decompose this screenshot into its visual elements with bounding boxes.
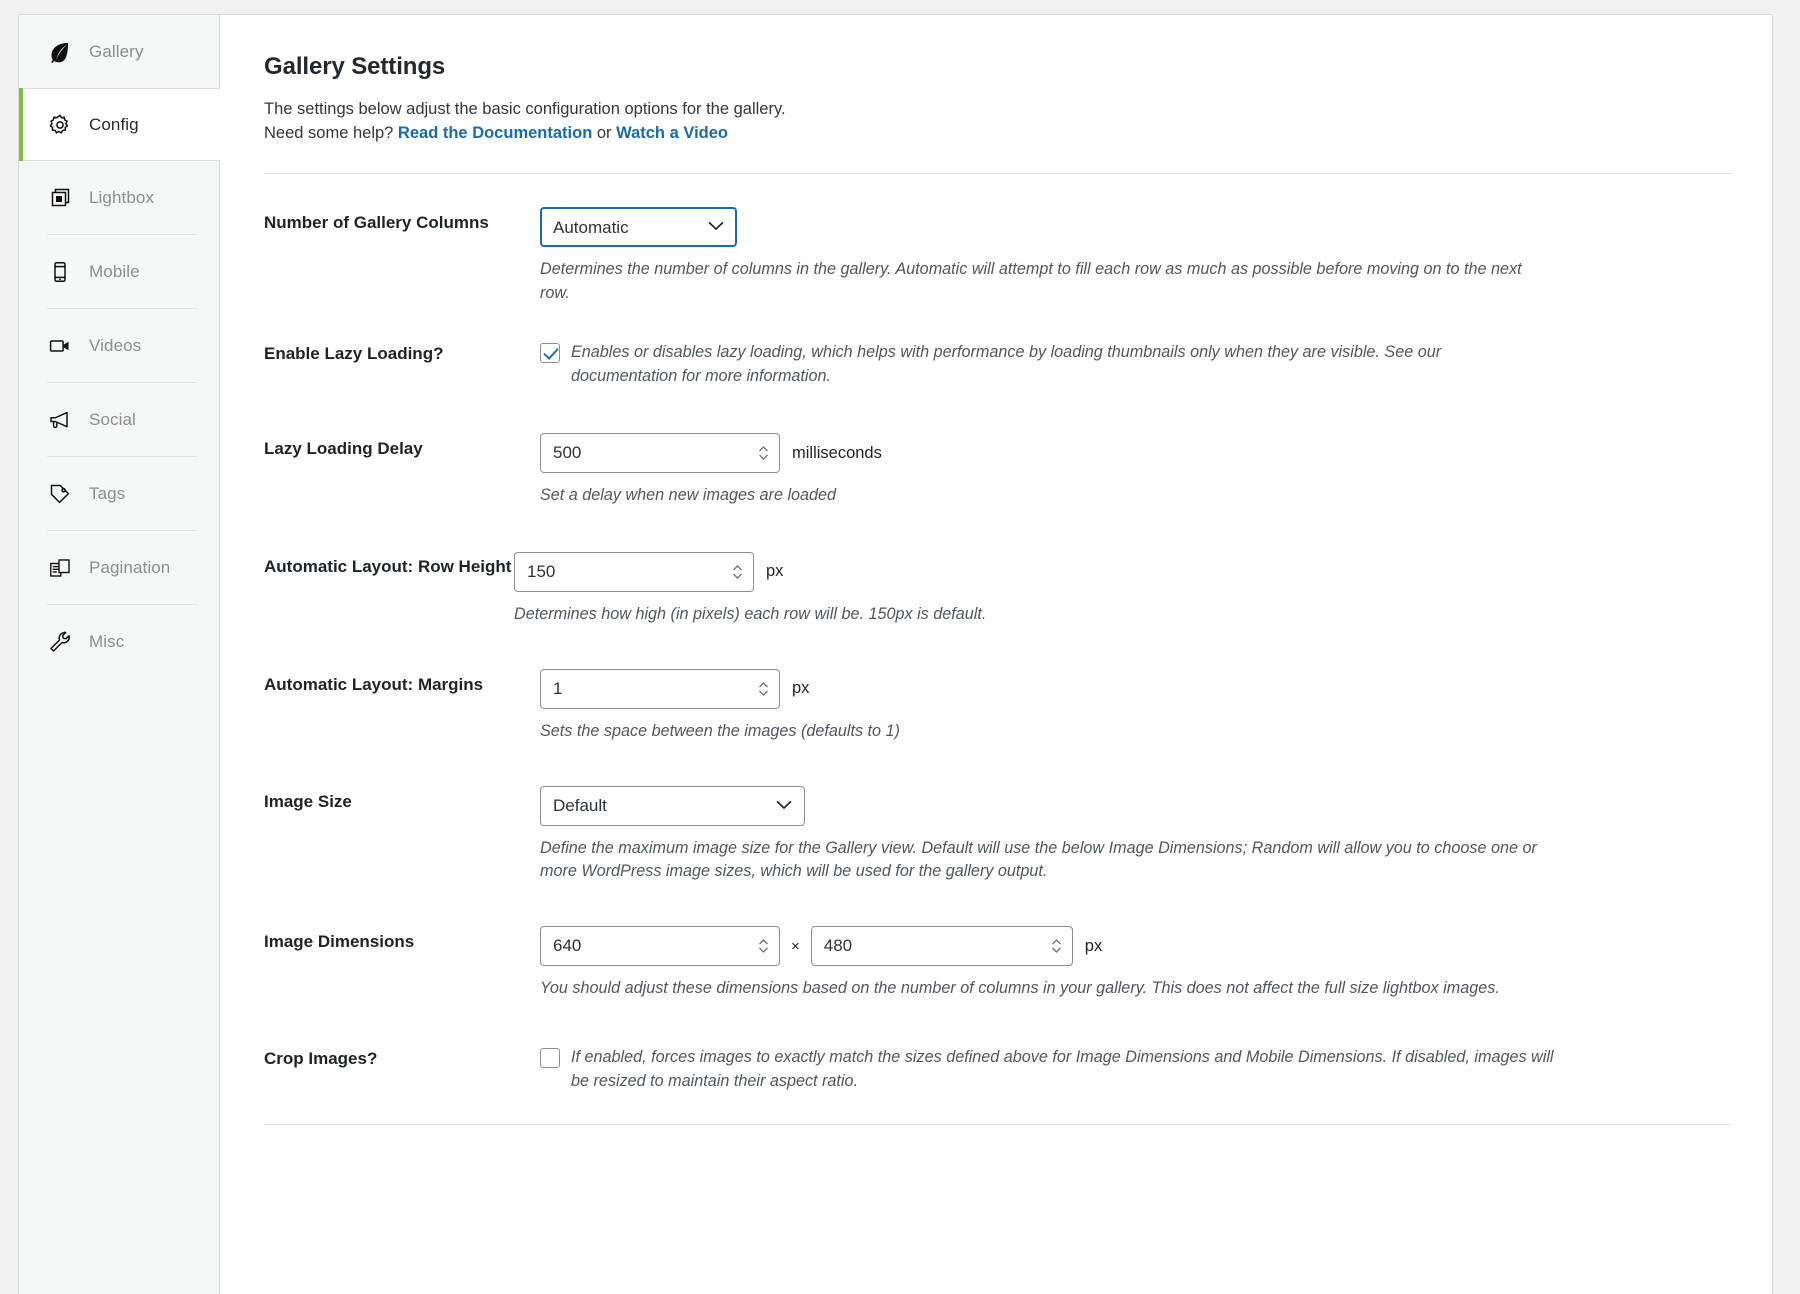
sidebar-item-label: Pagination (89, 557, 171, 577)
sidebar-item-pagination[interactable]: Pagination (19, 531, 219, 604)
settings-panel: Gallery Config Lightbox Mobile Videos So… (18, 14, 1773, 1294)
page-description-line1: The settings below adjust the basic conf… (264, 100, 786, 118)
sidebar-item-gallery[interactable]: Gallery (19, 15, 219, 88)
bottom-divider (264, 1123, 1732, 1125)
columns-label: Number of Gallery Columns (264, 212, 489, 232)
lazy-delay-unit: milliseconds (792, 443, 882, 462)
mobile-icon (47, 259, 73, 285)
image-width-input-wrap (540, 926, 780, 967)
sidebar-item-label: Misc (89, 631, 125, 651)
image-dimensions-label: Image Dimensions (264, 932, 415, 952)
sidebar-item-label: Social (89, 409, 136, 429)
columns-help: Determines the number of columns in the … (540, 259, 1522, 302)
columns-select[interactable]: Automatic (540, 206, 737, 247)
setting-row-lazy-delay: Lazy Loading Delay millis (264, 389, 1732, 508)
page-description: The settings below adjust the basic conf… (264, 97, 1732, 146)
megaphone-icon (47, 407, 73, 433)
sidebar-item-label: Videos (89, 335, 142, 355)
sidebar-item-tags[interactable]: Tags (19, 457, 219, 530)
sidebar-item-label: Mobile (89, 261, 140, 281)
help-or: or (592, 124, 617, 143)
margins-unit: px (792, 679, 810, 698)
margins-input-wrap (540, 668, 780, 709)
row-height-unit: px (766, 562, 784, 581)
gear-icon (47, 112, 73, 138)
lazy-loading-label: Enable Lazy Loading? (264, 344, 444, 364)
sidebar-item-label: Tags (89, 483, 126, 503)
margins-input[interactable] (540, 668, 780, 709)
image-height-input-wrap (810, 926, 1073, 967)
lazy-delay-input[interactable] (540, 433, 780, 474)
crop-images-help: If enabled, forces images to exactly mat… (571, 1047, 1554, 1090)
sidebar-item-label: Gallery (89, 41, 144, 61)
margins-help: Sets the space between the images (defau… (540, 721, 900, 740)
settings-sidebar: Gallery Config Lightbox Mobile Videos So… (19, 15, 220, 1294)
row-height-help: Determines how high (in pixels) each row… (514, 604, 987, 623)
image-dimensions-help: You should adjust these dimensions based… (540, 979, 1500, 998)
lazy-delay-label: Lazy Loading Delay (264, 439, 423, 459)
row-height-input-wrap (514, 551, 754, 592)
lazy-delay-help: Set a delay when new images are loaded (540, 486, 837, 505)
row-height-label: Automatic Layout: Row Height (264, 556, 512, 576)
sidebar-item-label: Lightbox (89, 187, 155, 207)
sidebar-item-lightbox[interactable]: Lightbox (19, 161, 219, 234)
row-height-input[interactable] (514, 551, 754, 592)
margins-label: Automatic Layout: Margins (264, 674, 484, 694)
image-size-label: Image Size (264, 791, 352, 811)
sidebar-item-misc[interactable]: Misc (19, 605, 219, 678)
settings-content: Gallery Settings The settings below adju… (220, 15, 1772, 1294)
crop-images-checkbox[interactable] (540, 1047, 560, 1068)
lazy-loading-help: Enables or disables lazy loading, which … (571, 343, 1442, 386)
image-size-select[interactable]: Default (540, 785, 805, 826)
sidebar-item-config[interactable]: Config (19, 88, 220, 161)
read-documentation-link[interactable]: Read the Documentation (398, 124, 592, 142)
setting-row-image-size: Image Size Default Define the maximum im… (264, 744, 1732, 885)
sidebar-item-social[interactable]: Social (19, 383, 219, 456)
lazy-delay-input-wrap (540, 433, 780, 474)
setting-row-margins: Automatic Layout: Margins 1 px Sets the … (264, 627, 1732, 744)
sidebar-item-mobile[interactable]: Mobile (19, 235, 219, 308)
video-icon (47, 333, 73, 359)
image-height-input[interactable] (810, 926, 1073, 967)
lazy-loading-checkbox[interactable] (540, 343, 560, 364)
setting-row-image-dimensions: Image Dimensions × (264, 884, 1732, 1001)
image-width-input[interactable] (540, 926, 780, 967)
watch-video-link[interactable]: Watch a Video (616, 124, 728, 142)
layers-icon (47, 185, 73, 211)
image-size-help: Define the maximum image size for the Ga… (540, 838, 1537, 881)
crop-images-label: Crop Images? (264, 1048, 378, 1068)
setting-row-row-height: Automatic Layout: Row Height 150 px Dete… (264, 508, 1732, 627)
tag-icon (47, 481, 73, 507)
sidebar-item-label: Config (89, 114, 139, 134)
setting-row-lazy-loading: Enable Lazy Loading? Enables or disables… (264, 305, 1732, 389)
image-dimensions-unit: px (1084, 936, 1103, 955)
image-size-select-wrap: Default (540, 785, 805, 826)
setting-row-columns: Number of Gallery Columns Automatic Dete… (264, 174, 1732, 306)
page-title: Gallery Settings (264, 53, 446, 80)
setting-row-crop-images: Crop Images? If enabled, forces images t… (264, 1001, 1732, 1094)
help-prompt: Need some help? (264, 124, 398, 143)
columns-select-wrap: Automatic (540, 206, 737, 247)
dimension-separator: × (791, 937, 800, 955)
wrench-icon (47, 629, 73, 655)
pagination-icon (47, 555, 73, 581)
leaf-icon (47, 39, 73, 65)
sidebar-item-videos[interactable]: Videos (19, 309, 219, 382)
app-root: Gallery Config Lightbox Mobile Videos So… (0, 0, 1800, 1294)
